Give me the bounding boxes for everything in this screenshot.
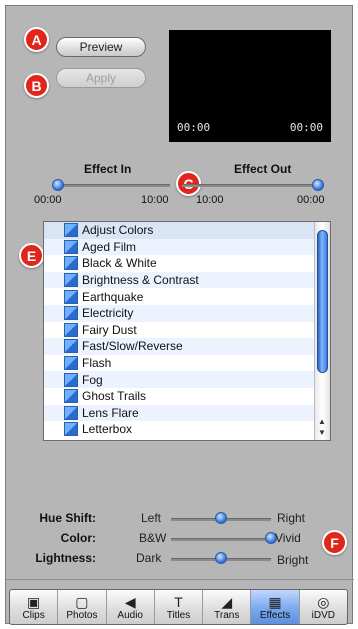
color-label: Color: <box>60 531 96 545</box>
audio-icon: ◀ <box>124 593 136 610</box>
effect-name: Earthquake <box>82 289 144 304</box>
effect-icon <box>64 239 78 254</box>
effect-icon <box>64 223 78 238</box>
effects-icon: ▦ <box>268 593 282 610</box>
lightness-max-label: Bright <box>277 553 309 567</box>
lightness-label: Lightness: <box>35 551 96 565</box>
scroll-up-arrow-icon[interactable]: ▲ <box>318 417 326 426</box>
effect-name: Fast/Slow/Reverse <box>82 339 183 354</box>
effect-out-track <box>182 184 318 187</box>
preview-monitor: 00:00 00:00 <box>169 30 331 142</box>
tab-clips[interactable]: ▣ Clips <box>10 590 59 624</box>
idvd-icon: ◎ <box>317 593 330 610</box>
scrollbar-thumb[interactable] <box>317 230 328 373</box>
pane-tab-bar: ▣ Clips ▢ Photos ◀ Audio T Titles ◢ Trans ▦ Effects… <box>9 589 348 625</box>
effect-icon <box>64 256 78 271</box>
effect-icon <box>64 306 78 321</box>
effect-out-label: Effect Out <box>234 162 292 176</box>
tab-label: Trans <box>214 609 240 621</box>
effect-list-item[interactable]: Adjust Colors <box>44 222 315 239</box>
effect-name: Brightness & Contrast <box>82 273 199 288</box>
tab-trans[interactable]: ◢ Trans <box>203 590 252 624</box>
effect-out-slider-knob[interactable] <box>312 179 324 191</box>
tab-audio[interactable]: ◀ Audio <box>107 590 155 624</box>
effect-list-item[interactable]: Electricity <box>44 305 315 322</box>
effect-list-item[interactable]: Flash <box>44 355 315 372</box>
effect-icon <box>64 356 78 371</box>
effects-panel: A B C D E F Preview Apply 00:00 00:00 Ef… <box>5 5 354 624</box>
tab-label: Audio <box>117 609 143 621</box>
scroll-down-arrow-icon[interactable]: ▼ <box>318 428 326 437</box>
effect-out-start-time: 10:00 <box>196 194 224 206</box>
effects-list-scrollbar[interactable]: ▲ ▼ <box>314 222 330 440</box>
effect-list-item[interactable]: Black & White <box>44 255 315 272</box>
lightness-min-label: Dark <box>136 551 162 565</box>
effect-name: Fog <box>82 372 103 387</box>
tab-idvd[interactable]: ◎ iDVD <box>300 590 347 624</box>
effect-icon <box>64 372 78 387</box>
effect-icon <box>64 389 78 404</box>
effect-name: Letterbox <box>82 422 133 437</box>
callout-badge-e: E <box>19 243 44 268</box>
tab-label: Photos <box>66 609 98 621</box>
effect-list-item[interactable]: Aged Film <box>44 238 315 256</box>
callout-badge-a: A <box>24 27 49 52</box>
divider <box>6 579 354 580</box>
preview-time-right: 00:00 <box>289 121 323 134</box>
tab-label: iDVD <box>311 609 335 621</box>
hue-shift-max-label: Right <box>277 511 306 525</box>
effect-list-item[interactable]: Fog <box>44 371 315 388</box>
effect-icon <box>64 339 78 354</box>
tab-label: Titles <box>166 609 191 621</box>
effect-name: Black & White <box>82 256 157 271</box>
transitions-icon: ◢ <box>221 593 233 610</box>
effect-name: Lens Flare <box>82 405 139 420</box>
lightness-slider-knob[interactable] <box>215 552 227 564</box>
effect-icon <box>64 322 78 337</box>
effect-name: Electricity <box>82 306 134 321</box>
tab-effects[interactable]: ▦ Effects <box>251 590 300 624</box>
clips-icon: ▣ <box>27 593 41 610</box>
effect-name: Aged Film <box>82 239 137 254</box>
effect-icon <box>64 422 78 437</box>
effect-name: Flash <box>82 356 112 371</box>
photos-icon: ▢ <box>75 593 89 610</box>
color-min-label: B&W <box>139 531 167 545</box>
effects-list[interactable]: Adjust Colors Aged Film Black & White Brigh… <box>43 221 331 441</box>
effect-in-label: Effect In <box>84 162 132 176</box>
titles-icon: T <box>174 593 183 610</box>
effect-icon <box>64 405 78 420</box>
effect-list-item[interactable]: Ghost Trails <box>44 388 315 405</box>
preview-button[interactable]: Preview <box>56 37 146 57</box>
effect-in-slider-knob[interactable] <box>52 179 64 191</box>
effect-name: Fairy Dust <box>82 322 137 337</box>
effect-list-item[interactable]: Fairy Dust <box>44 322 315 339</box>
hue-shift-slider-knob[interactable] <box>215 512 227 524</box>
effect-icon <box>64 289 78 304</box>
preview-time-left: 00:00 <box>177 121 211 134</box>
callout-badge-f: F <box>322 530 347 555</box>
hue-shift-min-label: Left <box>141 511 162 525</box>
effect-out-end-time: 00:00 <box>297 194 325 206</box>
apply-button[interactable]: Apply <box>56 68 146 88</box>
effect-icon <box>64 273 78 288</box>
effect-list-item[interactable]: Earthquake <box>44 288 315 305</box>
tab-photos[interactable]: ▢ Photos <box>58 590 107 624</box>
effect-name: Adjust Colors <box>82 223 154 238</box>
tab-label: Effects <box>259 609 291 621</box>
effect-name: Ghost Trails <box>82 389 147 404</box>
hue-shift-label: Hue Shift: <box>39 511 96 525</box>
tab-titles[interactable]: T Titles <box>155 590 204 624</box>
effect-list-item[interactable]: Brightness & Contrast <box>44 271 315 289</box>
effect-list-item[interactable]: Letterbox <box>44 421 315 438</box>
effect-list-item[interactable]: Fast/Slow/Reverse <box>44 338 315 355</box>
effect-list-item[interactable]: Lens Flare <box>44 404 315 422</box>
callout-badge-b: B <box>24 73 49 98</box>
color-max-label: Vivid <box>275 531 301 545</box>
color-track[interactable] <box>171 538 271 541</box>
tab-label: Clips <box>22 609 45 621</box>
effect-in-start-time: 00:00 <box>34 194 62 206</box>
effect-in-track <box>58 184 170 187</box>
effect-in-end-time: 10:00 <box>141 194 169 206</box>
